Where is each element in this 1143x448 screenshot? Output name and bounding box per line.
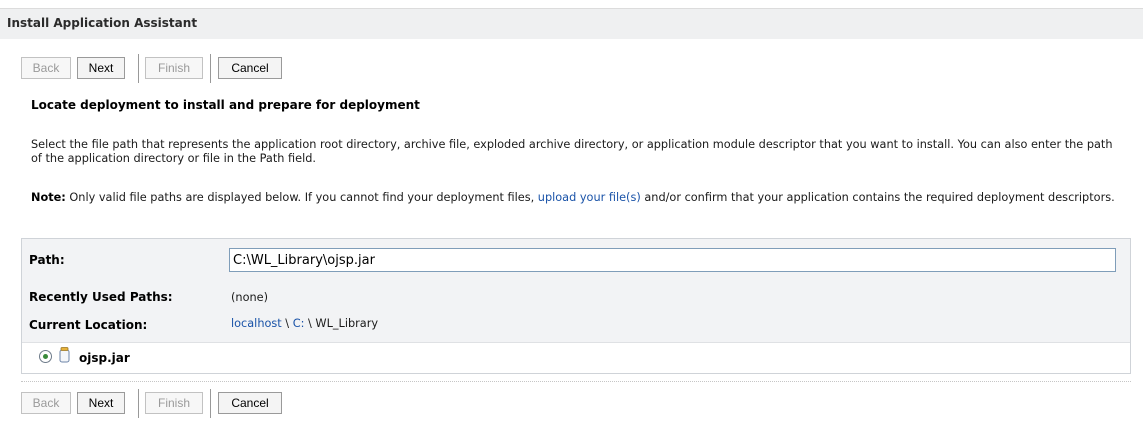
page-title: Install Application Assistant <box>7 16 198 30</box>
file-name[interactable]: ojsp.jar <box>79 351 130 365</box>
recent-paths-value: (none) <box>231 291 268 304</box>
next-button[interactable]: Next <box>77 57 125 79</box>
breadcrumb-separator: \ <box>304 317 316 330</box>
finish-button[interactable]: Finish <box>145 392 203 414</box>
back-button[interactable]: Back <box>21 392 71 414</box>
path-input[interactable] <box>229 248 1116 272</box>
breadcrumb-localhost-link[interactable]: localhost <box>231 317 282 330</box>
breadcrumb-drive-link[interactable]: C: <box>293 317 305 330</box>
radio-selected-dot <box>43 354 48 359</box>
finish-button[interactable]: Finish <box>145 57 203 79</box>
path-label: Path: <box>29 253 65 267</box>
file-list-row[interactable]: ojsp.jar <box>22 342 1130 375</box>
breadcrumb-separator: \ <box>281 317 293 330</box>
recent-paths-label: Recently Used Paths: <box>29 290 173 304</box>
assistant-title-bar: Install Application Assistant <box>0 8 1143 39</box>
section-divider <box>21 381 1131 382</box>
jar-file-icon <box>59 347 70 363</box>
section-description: Select the file path that represents the… <box>31 138 1113 165</box>
back-button[interactable]: Back <box>21 57 71 79</box>
toolbar-separator <box>210 389 211 418</box>
breadcrumb-current-folder: WL_Library <box>315 317 379 330</box>
toolbar-separator <box>138 54 139 83</box>
toolbar-separator <box>210 54 211 83</box>
note-text-part: and/or confirm that your application con… <box>640 191 1115 204</box>
file-select-radio[interactable] <box>39 350 52 363</box>
current-location-breadcrumb: localhost \ C: \ WL_Library <box>231 317 378 330</box>
next-button[interactable]: Next <box>77 392 125 414</box>
toolbar-separator <box>138 389 139 418</box>
section-heading: Locate deployment to install and prepare… <box>31 98 420 112</box>
upload-files-link[interactable]: upload your file(s) <box>538 191 641 204</box>
current-location-label: Current Location: <box>29 318 148 332</box>
cancel-button[interactable]: Cancel <box>218 392 282 414</box>
path-properties: Path: Recently Used Paths: (none) Curren… <box>22 239 1130 342</box>
cancel-button[interactable]: Cancel <box>218 57 282 79</box>
note-label: Note: <box>31 191 66 204</box>
note-text: Note: Only valid file paths are displaye… <box>31 191 1121 205</box>
deployment-location-panel: Path: Recently Used Paths: (none) Curren… <box>21 238 1131 374</box>
note-text-part: Only valid file paths are displayed belo… <box>65 191 538 204</box>
